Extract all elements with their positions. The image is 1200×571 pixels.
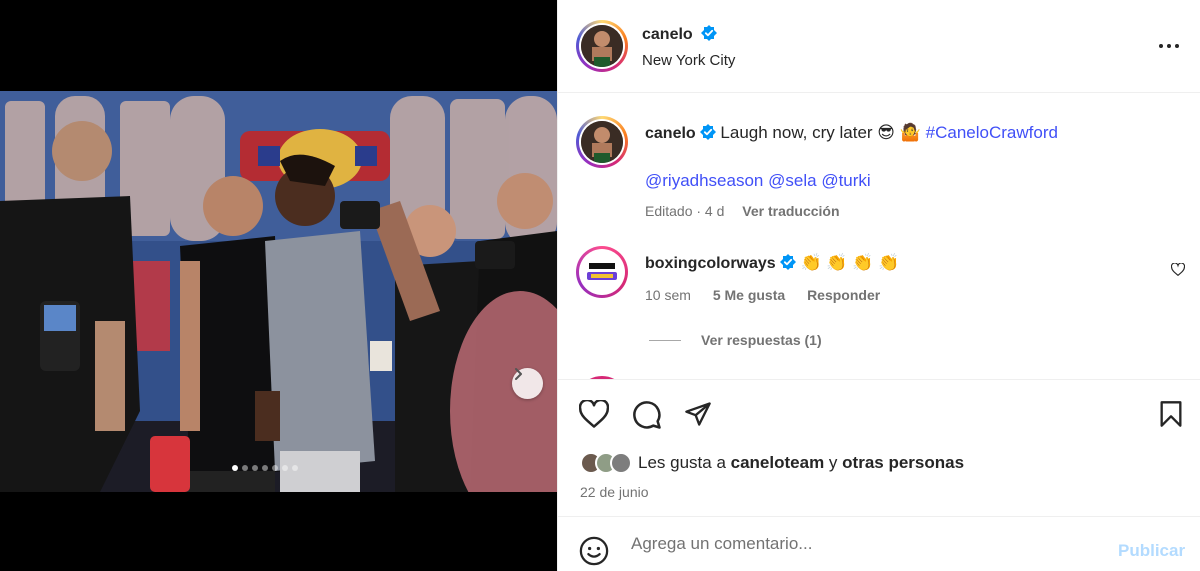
chevron-right-icon [515, 368, 522, 380]
post-header: canelo New York City [558, 0, 1200, 93]
comment: boxingcolorways 👏 👏 👏 👏 [645, 253, 899, 273]
verified-icon [779, 254, 796, 270]
carousel-next-button[interactable] [512, 368, 543, 399]
comment-icon[interactable] [632, 400, 662, 430]
caption-username[interactable]: canelo [645, 125, 696, 142]
likes-text: Les gusta a caneloteam y otras personas [638, 453, 964, 473]
comment-age: 10 sem [645, 287, 691, 303]
mention-link[interactable]: @riyadhseason [645, 171, 763, 190]
likes-summary[interactable]: Les gusta a caneloteam y otras personas [580, 452, 964, 474]
verified-icon [701, 25, 718, 41]
carousel-dot [292, 465, 298, 471]
edited-timestamp: Editado · 4 d [645, 203, 725, 219]
mention-link[interactable]: @turki [821, 171, 870, 190]
avatar-image [581, 25, 623, 67]
verified-icon [699, 124, 716, 140]
likes-others[interactable]: otras personas [842, 453, 964, 472]
author-username[interactable]: canelo [642, 26, 693, 43]
caption-text: Laugh now, cry later 😎 🤷 [720, 123, 921, 142]
comment-composer: Publicar [558, 516, 1200, 571]
post-side-panel: canelo New York City canelo Laugh now, c… [557, 0, 1200, 571]
translate-link[interactable]: Ver traducción [742, 203, 839, 219]
view-replies-label: Ver respuestas (1) [701, 332, 822, 348]
carousel-dot [232, 465, 238, 471]
replies-divider [649, 339, 681, 341]
more-icon[interactable] [1158, 38, 1180, 54]
author-avatar[interactable] [576, 20, 628, 72]
heart-icon[interactable] [579, 400, 609, 428]
caption: canelo Laugh now, cry later 😎 🤷 #CaneloC… [645, 123, 1058, 143]
avatar-image [581, 251, 623, 293]
caption-meta: Editado · 4 d Ver traducción [645, 203, 840, 219]
post-date: 22 de junio [580, 484, 649, 500]
carousel-dot [262, 465, 268, 471]
reply-button[interactable]: Responder [807, 287, 880, 303]
comment-username[interactable]: boxingcolorways [645, 255, 776, 272]
heart-icon[interactable] [1171, 263, 1185, 276]
share-icon[interactable] [683, 400, 713, 428]
comment-text: 👏 👏 👏 👏 [800, 253, 900, 272]
caption-hashtag[interactable]: #CaneloCrawford [926, 123, 1058, 142]
post-photo[interactable] [0, 91, 557, 492]
emoji-icon[interactable] [579, 536, 609, 566]
publish-button[interactable]: Publicar [1118, 541, 1185, 561]
caption-avatar[interactable] [576, 116, 628, 168]
carousel-dot [272, 465, 278, 471]
mention-link[interactable]: @sela [768, 171, 816, 190]
avatar-image [581, 121, 623, 163]
carousel-dot [252, 465, 258, 471]
post-location[interactable]: New York City [642, 52, 735, 69]
comment-likes[interactable]: 5 Me gusta [713, 287, 785, 303]
liker-avatar [610, 452, 632, 474]
view-replies-button[interactable]: Ver respuestas (1) [649, 332, 822, 348]
carousel-dot [242, 465, 248, 471]
post-media [0, 0, 557, 571]
likes-user[interactable]: caneloteam [731, 453, 825, 472]
post-actions: Les gusta a caneloteam y otras personas … [558, 379, 1200, 516]
carousel-dots [232, 465, 298, 471]
comments-section: canelo Laugh now, cry later 😎 🤷 #CaneloC… [558, 93, 1200, 379]
likes-conj: y [828, 453, 838, 472]
likes-prefix: Les gusta a [638, 453, 726, 472]
comment-input[interactable] [631, 531, 1101, 557]
comment-meta: 10 sem 5 Me gusta Responder [645, 287, 898, 303]
carousel-dot [282, 465, 288, 471]
commenter-avatar[interactable] [576, 246, 628, 298]
caption-mentions: @riyadhseason @sela @turki [645, 171, 871, 191]
photo-illustration [0, 91, 557, 492]
bookmark-icon[interactable] [1158, 400, 1184, 428]
